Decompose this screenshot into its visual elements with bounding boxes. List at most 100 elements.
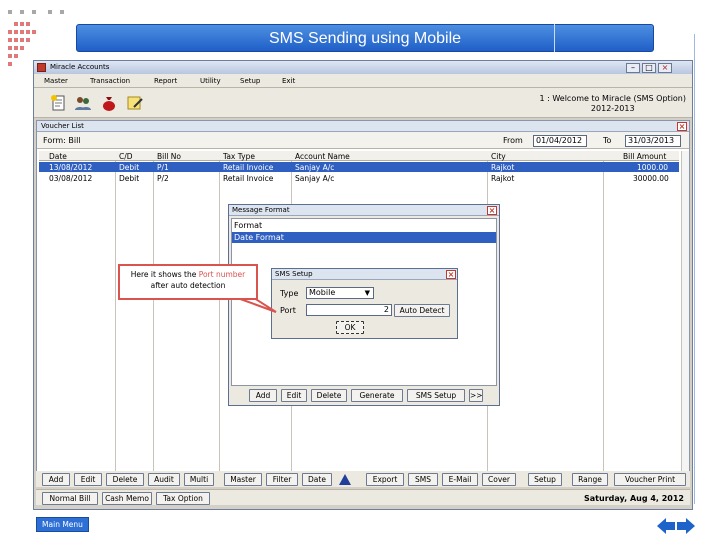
audit-button[interactable]: Audit	[148, 473, 180, 486]
multi-button[interactable]: Multi	[184, 473, 214, 486]
column-header[interactable]: Bill Amount	[623, 152, 666, 161]
add-button[interactable]: Add	[42, 473, 70, 486]
menu-master[interactable]: Master	[44, 77, 68, 85]
menu-utility[interactable]: Utility	[200, 77, 221, 85]
ok-button[interactable]: OK	[336, 321, 364, 334]
main-menu-button[interactable]: Main Menu	[36, 517, 89, 532]
table-row[interactable]: 03/08/2012 Debit P/2 Retail Invoice Sanj…	[39, 173, 679, 183]
callout-prefix: Here it shows the	[130, 270, 199, 279]
chevron-down-icon: ▼	[364, 289, 370, 297]
cell-city: Rajkot	[491, 174, 515, 183]
cover-button[interactable]: Cover	[482, 473, 516, 486]
column-header[interactable]: Tax Type	[223, 152, 255, 161]
cell-bill-no: P/2	[157, 174, 169, 183]
normal-bill-tab[interactable]: Normal Bill	[42, 492, 98, 505]
sms-button[interactable]: SMS	[408, 473, 438, 486]
from-date-field[interactable]: 01/04/2012	[533, 135, 587, 147]
menu-report[interactable]: Report	[154, 77, 177, 85]
to-label: To	[603, 136, 612, 145]
message-format-buttons: Add Edit Delete Generate SMS Setup >>	[231, 389, 497, 404]
minimize-button[interactable]: –	[626, 63, 640, 73]
list-item[interactable]: Format	[232, 220, 496, 231]
master-button[interactable]: Master	[224, 473, 262, 486]
sms-setup-title: SMS Setup	[275, 270, 313, 278]
edit-button[interactable]: Edit	[74, 473, 102, 486]
delete-button[interactable]: Delete	[106, 473, 144, 486]
new-document-icon[interactable]	[50, 94, 68, 112]
column-header[interactable]: Date	[49, 152, 67, 161]
voucher-list-scrollbar[interactable]	[681, 151, 689, 481]
slide-title: SMS Sending using Mobile	[76, 24, 654, 52]
voucher-list-title: Voucher List	[41, 122, 84, 130]
range-button[interactable]: Range	[572, 473, 608, 486]
more-button[interactable]: >>	[469, 389, 483, 402]
cell-account-name: Sanjay A/c	[295, 174, 335, 183]
welcome-line: 1 : Welcome to Miracle (SMS Option)	[539, 94, 686, 103]
type-label: Type	[280, 289, 299, 298]
users-icon[interactable]	[74, 94, 92, 112]
delete-format-button[interactable]: Delete	[311, 389, 347, 402]
voucher-list-titlebar: Voucher List ×	[37, 121, 689, 132]
to-date-field[interactable]: 31/03/2013	[625, 135, 681, 147]
add-format-button[interactable]: Add	[249, 389, 277, 402]
column-header[interactable]: Bill No	[157, 152, 181, 161]
table-header: Date C/D Bill No Tax Type Account Name C…	[39, 151, 679, 161]
type-value: Mobile	[309, 288, 336, 297]
date-button[interactable]: Date	[302, 473, 332, 486]
close-window-button[interactable]: ×	[658, 63, 672, 73]
cell-account-name: Sanjay A/c	[295, 163, 335, 172]
notepad-edit-icon[interactable]	[126, 94, 144, 112]
port-field[interactable]: 2	[306, 304, 392, 316]
menu-setup[interactable]: Setup	[240, 77, 260, 85]
port-label: Port	[280, 306, 296, 315]
callout-highlight: Port number	[198, 270, 246, 279]
callout-text: Here it shows the Port number after auto…	[120, 269, 256, 291]
window-title: Miracle Accounts	[50, 63, 110, 71]
sms-setup-titlebar: SMS Setup ×	[272, 269, 457, 280]
callout-box: Here it shows the Port number after auto…	[118, 264, 258, 300]
slide-right-rule	[694, 34, 695, 504]
menu-transaction[interactable]: Transaction	[90, 77, 130, 85]
menu-bar: Master Transaction Report Utility Setup …	[34, 74, 692, 88]
column-header[interactable]: City	[491, 152, 506, 161]
cell-bill-amount: 30000.00	[633, 174, 669, 183]
cash-memo-tab[interactable]: Cash Memo	[102, 492, 152, 505]
main-toolbar: 1 : Welcome to Miracle (SMS Option) 2012…	[34, 88, 692, 118]
column-header[interactable]: C/D	[119, 152, 133, 161]
filter-button[interactable]: Filter	[266, 473, 298, 486]
voucher-print-button[interactable]: Voucher Print	[614, 473, 686, 486]
sms-setup-dialog: SMS Setup × Type Mobile ▼ Port 2 Auto De…	[271, 268, 458, 339]
from-label: From	[503, 136, 523, 145]
list-item[interactable]: Date Format	[232, 232, 496, 243]
menu-exit[interactable]: Exit	[282, 77, 295, 85]
status-date: Saturday, Aug 4, 2012	[584, 494, 684, 503]
auto-detect-button[interactable]: Auto Detect	[394, 304, 450, 317]
generate-button[interactable]: Generate	[351, 389, 403, 402]
close-voucher-list-button[interactable]: ×	[677, 122, 687, 131]
export-button[interactable]: Export	[366, 473, 404, 486]
callout-line2: after auto detection	[150, 281, 226, 290]
financial-year: 2012-2013	[590, 104, 635, 113]
type-select[interactable]: Mobile ▼	[306, 287, 374, 299]
setup-button[interactable]: Setup	[528, 473, 562, 486]
maximize-button[interactable]: □	[642, 63, 656, 73]
cell-date: 13/08/2012	[49, 163, 93, 172]
sort-up-icon[interactable]	[338, 473, 352, 486]
email-button[interactable]: E-Mail	[442, 473, 478, 486]
cell-date: 03/08/2012	[49, 174, 93, 183]
back-arrow-icon[interactable]	[656, 517, 676, 535]
edit-format-button[interactable]: Edit	[281, 389, 307, 402]
column-header[interactable]: Account Name	[295, 152, 350, 161]
money-bag-icon[interactable]	[100, 94, 118, 112]
tax-option-tab[interactable]: Tax Option	[156, 492, 210, 505]
close-sms-setup-button[interactable]: ×	[446, 270, 456, 279]
close-message-format-button[interactable]: ×	[487, 206, 497, 215]
forward-arrow-icon[interactable]	[676, 517, 696, 535]
table-row[interactable]: 13/08/2012 Debit P/1 Retail Invoice Sanj…	[39, 162, 679, 172]
sms-setup-button[interactable]: SMS Setup	[407, 389, 465, 402]
message-format-titlebar: Message Format ×	[229, 205, 499, 216]
message-format-title: Message Format	[232, 206, 290, 214]
window-titlebar: Miracle Accounts – □ ×	[34, 61, 692, 74]
cell-tax-type: Retail Invoice	[223, 174, 274, 183]
app-icon	[37, 63, 46, 72]
